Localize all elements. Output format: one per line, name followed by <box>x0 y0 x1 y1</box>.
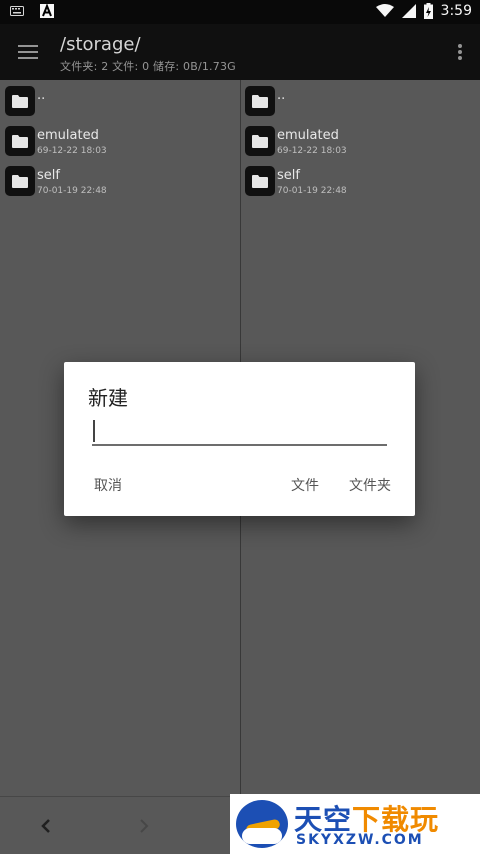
dialog-title: 新建 <box>88 386 128 410</box>
watermark-en-text: SKYXZW.COM <box>296 832 424 848</box>
create-folder-button[interactable]: 文件夹 <box>349 475 391 495</box>
text-cursor <box>93 420 95 442</box>
site-logo-icon <box>236 800 288 848</box>
watermark-banner: 天空下载玩 SKYXZW.COM <box>230 794 480 854</box>
new-name-input[interactable] <box>92 418 387 446</box>
new-item-dialog: 新建 取消 文件 文件夹 <box>64 362 415 516</box>
create-file-button[interactable]: 文件 <box>291 475 319 495</box>
cancel-button[interactable]: 取消 <box>94 475 122 495</box>
